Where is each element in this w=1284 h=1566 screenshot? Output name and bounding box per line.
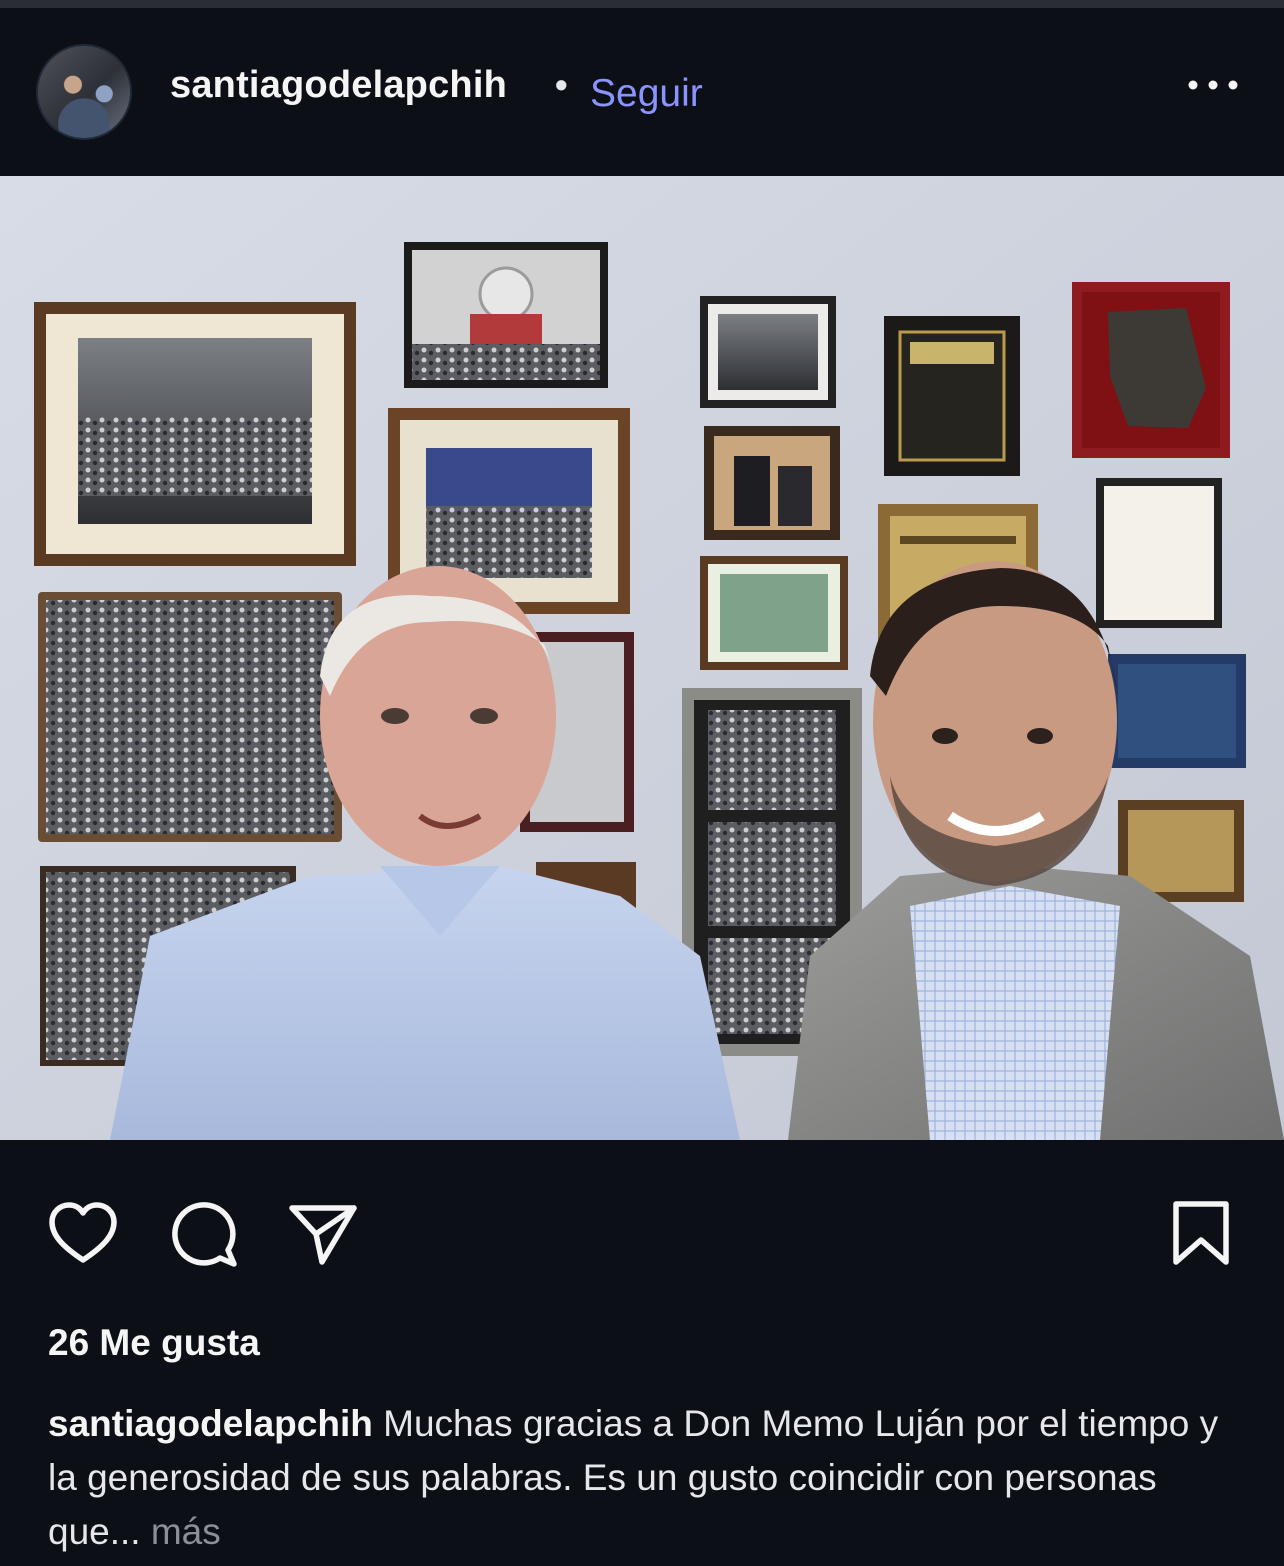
frame-small-3 [700,556,848,670]
frame-small-2 [704,426,840,540]
frame-red-map [1072,282,1230,458]
bookmark-icon[interactable] [1166,1200,1236,1270]
send-icon[interactable] [288,1200,358,1270]
frame-small-1 [700,296,836,408]
avatar[interactable] [36,44,132,140]
post-caption: santiagodelapchih Muchas gracias a Don M… [48,1397,1248,1559]
heart-icon[interactable] [48,1200,118,1270]
frame-certificate [1096,478,1222,628]
frame-flag-photo [404,242,608,388]
comment-icon[interactable] [168,1200,238,1270]
follow-button[interactable]: Seguir [590,72,703,116]
frame-plaque-black [884,316,1020,476]
frame-blue-plaque [1108,654,1246,768]
post-photo[interactable] [0,176,1284,1140]
more-horizontal-icon[interactable] [1183,72,1243,98]
frame-congress-large [34,302,356,566]
caption-more-link[interactable]: más [151,1511,221,1552]
caption-username[interactable]: santiagodelapchih [48,1403,373,1444]
separator-dot: • [555,64,568,105]
post-username[interactable]: santiagodelapchih [170,64,507,107]
frame-stadium [38,592,342,842]
likes-count[interactable]: 26 Me gusta [48,1322,260,1364]
top-divider [0,0,1284,8]
